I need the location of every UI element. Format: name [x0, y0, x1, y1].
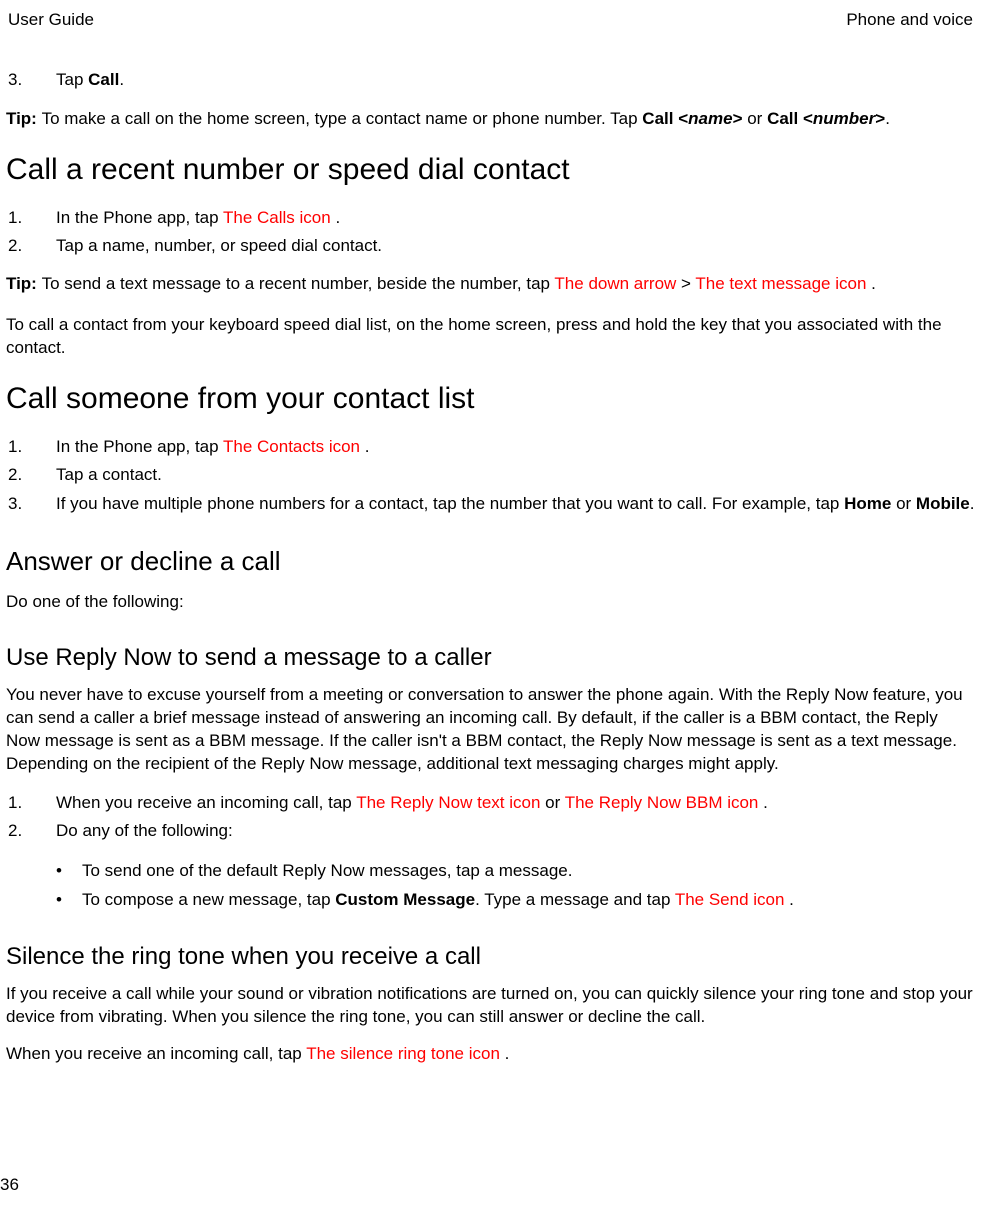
- paragraph: Do one of the following:: [6, 591, 975, 614]
- list-item: • To send one of the default Reply Now m…: [56, 858, 975, 884]
- contacts-icon: The Contacts icon: [223, 437, 365, 456]
- bold-text: Call <: [767, 109, 813, 128]
- text: .: [871, 274, 876, 293]
- tip-1: Tip: To make a call on the home screen, …: [6, 108, 975, 131]
- heading-reply-now: Use Reply Now to send a message to a cal…: [6, 644, 975, 672]
- step-3: 3. Tap Call.: [6, 70, 975, 90]
- item-number: 2.: [6, 462, 56, 488]
- heading-call-contact: Call someone from your contact list: [6, 382, 975, 416]
- list-item: 2. Tap a contact.: [6, 462, 975, 488]
- text: .: [970, 494, 975, 513]
- send-icon: The Send icon: [675, 890, 789, 909]
- text: or: [743, 109, 768, 128]
- italic-text: name: [688, 109, 732, 128]
- text: To compose a new message, tap: [82, 890, 335, 909]
- mobile-label: Mobile: [916, 494, 970, 513]
- text: .: [335, 208, 340, 227]
- italic-text: number: [813, 109, 875, 128]
- item-number: 1.: [6, 434, 56, 460]
- bullet-list: • To send one of the default Reply Now m…: [6, 858, 975, 913]
- bold-text: >: [733, 109, 743, 128]
- item-text: Do any of the following:: [56, 818, 975, 844]
- text: or: [891, 494, 916, 513]
- paragraph: You never have to excuse yourself from a…: [6, 684, 975, 776]
- item-number: 2.: [6, 818, 56, 844]
- list-item: 1. When you receive an incoming call, ta…: [6, 790, 975, 816]
- text: .: [789, 890, 794, 909]
- call-label: Call: [88, 70, 119, 89]
- silence-ring-tone-icon: The silence ring tone icon: [306, 1044, 504, 1063]
- text: .: [365, 437, 370, 456]
- list-item: 2. Tap a name, number, or speed dial con…: [6, 233, 975, 259]
- page-number: 36: [0, 1175, 19, 1195]
- calls-icon: The Calls icon: [223, 208, 335, 227]
- text: In the Phone app, tap: [56, 208, 223, 227]
- heading-call-recent: Call a recent number or speed dial conta…: [6, 153, 975, 187]
- item-text: To send one of the default Reply Now mes…: [82, 858, 975, 884]
- ordered-list-a: 1. In the Phone app, tap The Calls icon …: [6, 205, 975, 259]
- bullet-icon: •: [56, 858, 82, 884]
- tip-label: Tip:: [6, 109, 42, 128]
- text-message-icon: The text message icon: [695, 274, 871, 293]
- bold-text: Call <: [642, 109, 688, 128]
- list-item: 1. In the Phone app, tap The Contacts ic…: [6, 434, 975, 460]
- ordered-list-c: 1. When you receive an incoming call, ta…: [6, 790, 975, 844]
- ordered-list-b: 1. In the Phone app, tap The Contacts ic…: [6, 434, 975, 517]
- item-text: Tap a contact.: [56, 462, 975, 488]
- reply-now-bbm-icon: The Reply Now BBM icon: [565, 793, 763, 812]
- bullet-icon: •: [56, 887, 82, 913]
- paragraph: To call a contact from your keyboard spe…: [6, 314, 975, 360]
- item-text: Tap a name, number, or speed dial contac…: [56, 233, 975, 259]
- page-header: User Guide Phone and voice: [6, 10, 975, 30]
- header-left: User Guide: [8, 10, 94, 30]
- text: . Type a message and tap: [475, 890, 675, 909]
- list-item: • To compose a new message, tap Custom M…: [56, 887, 975, 913]
- item-number: 2.: [6, 233, 56, 259]
- heading-silence: Silence the ring tone when you receive a…: [6, 943, 975, 971]
- item-number: 1.: [6, 790, 56, 816]
- item-text: If you have multiple phone numbers for a…: [56, 491, 975, 517]
- home-label: Home: [844, 494, 891, 513]
- text: To send a text message to a recent numbe…: [42, 274, 555, 293]
- item-text: To compose a new message, tap Custom Mes…: [82, 887, 975, 913]
- paragraph: When you receive an incoming call, tap T…: [6, 1043, 975, 1066]
- text: or: [545, 793, 565, 812]
- step-text: Tap Call.: [56, 70, 975, 90]
- item-number: 3.: [6, 491, 56, 517]
- tip-label: Tip:: [6, 274, 42, 293]
- paragraph: If you receive a call while your sound o…: [6, 983, 975, 1029]
- list-item: 1. In the Phone app, tap The Calls icon …: [6, 205, 975, 231]
- text: .: [885, 109, 890, 128]
- list-item: 2. Do any of the following:: [6, 818, 975, 844]
- item-text: In the Phone app, tap The Calls icon .: [56, 205, 975, 231]
- text: .: [119, 70, 124, 89]
- tip-2: Tip: To send a text message to a recent …: [6, 273, 975, 296]
- item-text: In the Phone app, tap The Contacts icon …: [56, 434, 975, 460]
- text: .: [763, 793, 768, 812]
- list-item: 3. If you have multiple phone numbers fo…: [6, 491, 975, 517]
- text: In the Phone app, tap: [56, 437, 223, 456]
- text: To make a call on the home screen, type …: [42, 109, 643, 128]
- down-arrow-icon: The down arrow: [554, 274, 681, 293]
- header-right: Phone and voice: [846, 10, 973, 30]
- bold-text: >: [875, 109, 885, 128]
- text: .: [505, 1044, 510, 1063]
- text: Tap: [56, 70, 88, 89]
- custom-message-label: Custom Message: [335, 890, 475, 909]
- text: When you receive an incoming call, tap: [56, 793, 356, 812]
- heading-answer-decline: Answer or decline a call: [6, 546, 975, 577]
- item-text: When you receive an incoming call, tap T…: [56, 790, 975, 816]
- text: When you receive an incoming call, tap: [6, 1044, 306, 1063]
- step-number: 3.: [6, 70, 56, 90]
- text: If you have multiple phone numbers for a…: [56, 494, 844, 513]
- reply-now-text-icon: The Reply Now text icon: [356, 793, 545, 812]
- text: >: [681, 274, 695, 293]
- item-number: 1.: [6, 205, 56, 231]
